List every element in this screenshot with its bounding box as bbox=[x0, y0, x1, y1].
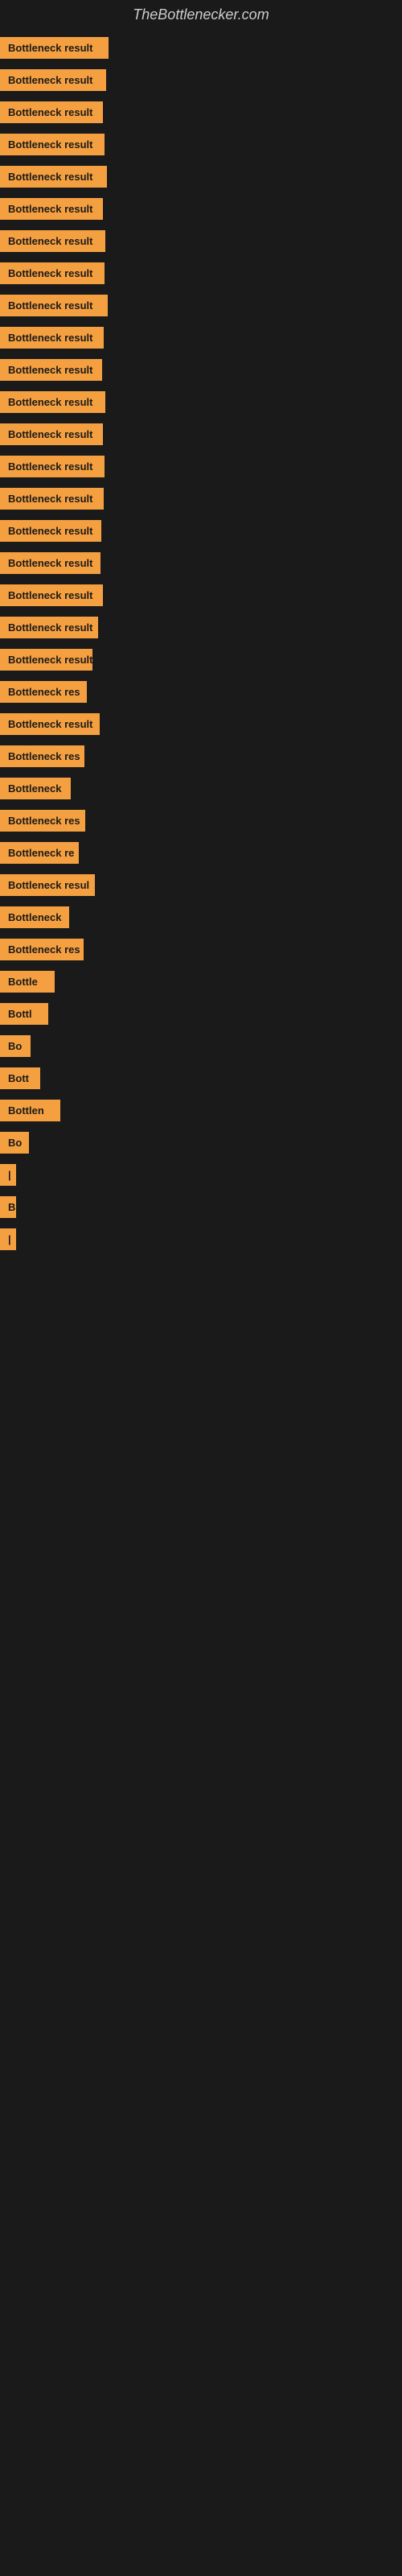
result-badge: Bottleneck result bbox=[0, 391, 105, 413]
result-badge: Bottleneck res bbox=[0, 681, 87, 703]
result-badge: Bottleneck res bbox=[0, 810, 85, 832]
result-badge: Bottleneck result bbox=[0, 423, 103, 445]
result-row: Bottleneck res bbox=[0, 804, 402, 836]
result-row: Bottleneck re bbox=[0, 836, 402, 869]
result-row: Bo bbox=[0, 1126, 402, 1158]
result-row bbox=[0, 1294, 402, 1313]
result-badge: Bottleneck result bbox=[0, 101, 103, 123]
result-row: Bottleneck result bbox=[0, 257, 402, 289]
result-row: Bottleneck result bbox=[0, 192, 402, 225]
result-badge: Bottleneck resul bbox=[0, 874, 95, 896]
result-row: Bottleneck resul bbox=[0, 869, 402, 901]
result-badge: Bottleneck re bbox=[0, 842, 79, 864]
result-badge: Bottl bbox=[0, 1003, 48, 1025]
result-row bbox=[0, 1274, 402, 1294]
result-row: Bottleneck result bbox=[0, 31, 402, 64]
result-row: Bottleneck result bbox=[0, 96, 402, 128]
result-row bbox=[0, 1255, 402, 1274]
result-badge: Bottlen bbox=[0, 1100, 60, 1121]
result-row: Bottleneck result bbox=[0, 579, 402, 611]
result-row: Bottleneck result bbox=[0, 450, 402, 482]
result-badge: Bottleneck result bbox=[0, 262, 105, 284]
result-badge: Bottleneck bbox=[0, 778, 71, 799]
result-row: Bottleneck bbox=[0, 901, 402, 933]
site-title: TheBottlenecker.com bbox=[0, 0, 402, 28]
result-row: | bbox=[0, 1223, 402, 1255]
result-row: Bottleneck result bbox=[0, 514, 402, 547]
result-badge: Bottleneck res bbox=[0, 939, 84, 960]
result-badge: Bottleneck result bbox=[0, 37, 109, 59]
result-badge: | bbox=[0, 1164, 16, 1186]
result-badge: Bottleneck result bbox=[0, 617, 98, 638]
result-badge: Bottleneck result bbox=[0, 552, 100, 574]
result-badge: Bottleneck result bbox=[0, 69, 106, 91]
result-row: Bottleneck result bbox=[0, 708, 402, 740]
result-row: | bbox=[0, 1158, 402, 1191]
result-badge: Bo bbox=[0, 1132, 29, 1154]
result-badge: Bottleneck result bbox=[0, 230, 105, 252]
result-row: Bottleneck result bbox=[0, 547, 402, 579]
result-row: Bottleneck result bbox=[0, 160, 402, 192]
result-row: Bottleneck result bbox=[0, 418, 402, 450]
result-row: B bbox=[0, 1191, 402, 1223]
result-badge: Bottle bbox=[0, 971, 55, 993]
result-badge: Bo bbox=[0, 1035, 31, 1057]
result-badge: Bottleneck result bbox=[0, 198, 103, 220]
result-badge: Bottleneck result bbox=[0, 456, 105, 477]
result-row: Bottleneck result bbox=[0, 321, 402, 353]
result-badge: Bottleneck result bbox=[0, 295, 108, 316]
result-badge: Bottleneck result bbox=[0, 713, 100, 735]
result-row: Bottleneck result bbox=[0, 64, 402, 96]
result-badge: Bottleneck result bbox=[0, 584, 103, 606]
result-badge: Bottleneck result bbox=[0, 134, 105, 155]
result-badge: Bottleneck result bbox=[0, 520, 101, 542]
result-row: Bottleneck result bbox=[0, 353, 402, 386]
result-row: Bo bbox=[0, 1030, 402, 1062]
result-badge: Bottleneck result bbox=[0, 327, 104, 349]
result-row: Bottleneck res bbox=[0, 740, 402, 772]
result-row: Bottleneck res bbox=[0, 675, 402, 708]
result-row: Bottleneck res bbox=[0, 933, 402, 965]
result-badge: | bbox=[0, 1228, 16, 1250]
result-badge: Bottleneck result bbox=[0, 649, 92, 671]
result-row: Bottleneck result bbox=[0, 128, 402, 160]
result-row: Bottlen bbox=[0, 1094, 402, 1126]
result-row: Bottleneck result bbox=[0, 386, 402, 418]
result-badge: Bottleneck result bbox=[0, 166, 107, 188]
result-badge: Bottleneck result bbox=[0, 488, 104, 510]
result-row: Bottleneck bbox=[0, 772, 402, 804]
result-badge: Bott bbox=[0, 1067, 40, 1089]
result-row: Bottleneck result bbox=[0, 611, 402, 643]
result-badge: Bottleneck res bbox=[0, 745, 84, 767]
result-badge: Bottleneck bbox=[0, 906, 69, 928]
result-row: Bottleneck result bbox=[0, 225, 402, 257]
result-row: Bottleneck result bbox=[0, 482, 402, 514]
result-badge: Bottleneck result bbox=[0, 359, 102, 381]
result-badge: B bbox=[0, 1196, 16, 1218]
result-row: Bottleneck result bbox=[0, 289, 402, 321]
results-container: Bottleneck result Bottleneck result Bottle… bbox=[0, 28, 402, 1316]
result-row: Bottl bbox=[0, 997, 402, 1030]
result-row: Bott bbox=[0, 1062, 402, 1094]
result-row: Bottleneck result bbox=[0, 643, 402, 675]
result-row: Bottle bbox=[0, 965, 402, 997]
